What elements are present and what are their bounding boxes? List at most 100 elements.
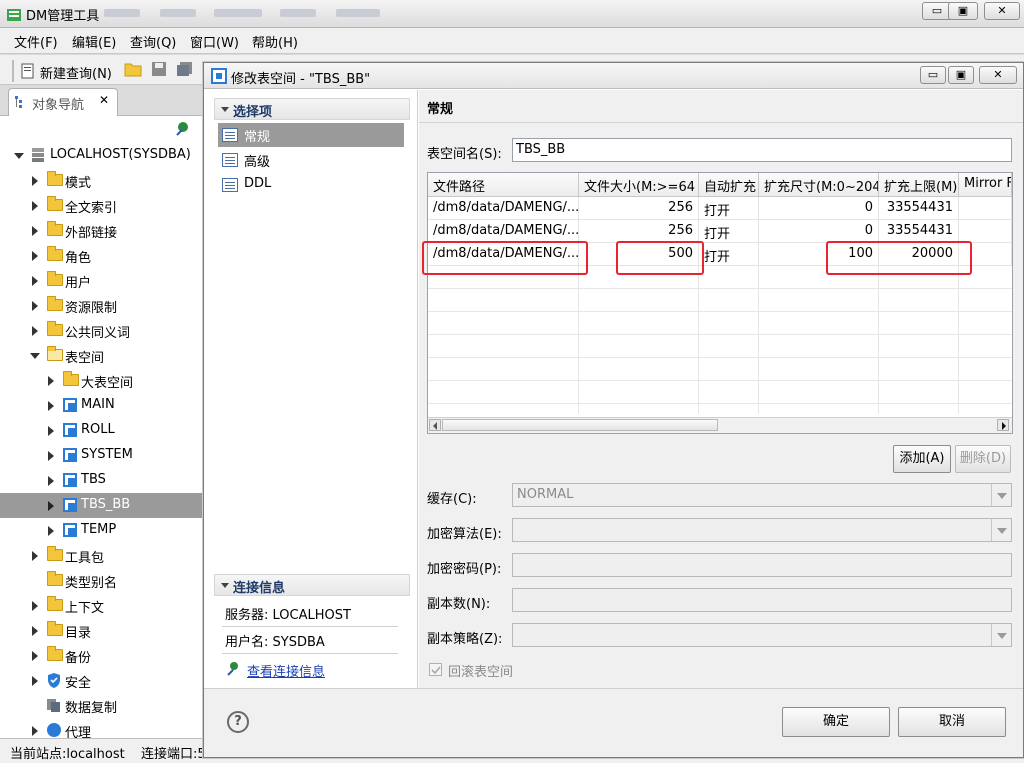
tree-label: ROLL [81, 422, 115, 437]
cache-select[interactable]: NORMAL [512, 483, 1012, 507]
divider [222, 653, 398, 654]
select-items-header[interactable]: 选择项 [214, 98, 410, 120]
nav-item-ddl[interactable]: DDL [218, 173, 404, 197]
dialog-close-button[interactable]: ✕ [979, 66, 1017, 84]
dialog-maximize-button[interactable]: ▣ [948, 66, 974, 84]
column-header[interactable]: 扩充尺寸(M:0~204 [759, 173, 879, 197]
tree-node-agent[interactable]: 代理 [0, 718, 203, 738]
tree-label: TBS [81, 472, 106, 487]
cell-extend-limit[interactable]: 33554431 [879, 197, 959, 220]
tree-node-security[interactable]: 安全 [0, 668, 203, 693]
encrypt-algo-select[interactable] [512, 518, 1012, 542]
column-header[interactable]: 自动扩充 [699, 173, 759, 197]
tree-node-schema[interactable]: 模式 [0, 168, 203, 193]
tree-node-public-synonym[interactable]: 公共同义词 [0, 318, 203, 343]
tree-node-users[interactable]: 用户 [0, 268, 203, 293]
add-button[interactable]: 添加(A) [893, 445, 951, 473]
tree-node-context[interactable]: 上下文 [0, 593, 203, 618]
tree-node-tbs-bb[interactable]: TBS_BB [0, 493, 203, 518]
cell-extend-size[interactable]: 0 [759, 197, 879, 220]
save-icon[interactable] [150, 61, 168, 77]
tree-node-roll[interactable]: ROLL [0, 418, 203, 443]
tablespace-icon [63, 448, 77, 462]
tree-label: TBS_BB [81, 497, 131, 512]
tree-node-external-link[interactable]: 外部链接 [0, 218, 203, 243]
column-header[interactable]: 文件大小(M:>=64 [579, 173, 699, 197]
copy-policy-select[interactable] [512, 623, 1012, 647]
tree-node-backup[interactable]: 备份 [0, 643, 203, 668]
tree-node-toolkit[interactable]: 工具包 [0, 543, 203, 568]
menu-edit[interactable]: 编辑(E) [72, 32, 116, 51]
cell-auto-extend[interactable]: 打开 [699, 220, 759, 243]
encrypt-algo-label: 加密算法(E): [427, 527, 502, 542]
menu-file[interactable]: 文件(F) [14, 32, 58, 51]
tree-node-server[interactable]: LOCALHOST(SYSDBA) [0, 143, 203, 168]
rollback-checkbox[interactable] [429, 663, 442, 676]
tree-node-roles[interactable]: 角色 [0, 243, 203, 268]
new-query-label: 新建查询(N) [40, 67, 112, 82]
tree-node-type-alias[interactable]: 类型别名 [0, 568, 203, 593]
tree-node-directory[interactable]: 目录 [0, 618, 203, 643]
server-icon [32, 148, 44, 162]
ok-button[interactable]: 确定 [782, 707, 890, 737]
cell-file-path[interactable]: /dm8/data/DAMENG/... [428, 197, 579, 220]
save-all-icon[interactable] [176, 61, 194, 77]
grid-line [758, 266, 759, 414]
column-header[interactable]: 文件路径 [428, 173, 579, 197]
tree-label: SYSTEM [81, 447, 133, 462]
tree-node-data-replication[interactable]: 数据复制 [0, 693, 203, 718]
encrypt-pwd-input[interactable] [512, 553, 1012, 577]
open-folder-icon[interactable] [124, 61, 142, 77]
copies-input[interactable] [512, 588, 1012, 612]
scroll-thumb[interactable] [442, 419, 718, 431]
tab-object-navigator[interactable]: 对象导航 ✕ [8, 88, 118, 116]
menu-window[interactable]: 窗口(W) [190, 32, 239, 51]
cell-mirror[interactable] [959, 197, 1012, 220]
view-connection-info-link[interactable]: 查看连接信息 [247, 661, 325, 680]
replication-icon [47, 699, 60, 712]
tree-node-big-tablespace[interactable]: 大表空间 [0, 368, 203, 393]
cell-mirror[interactable] [959, 220, 1012, 243]
menu-query[interactable]: 查询(Q) [130, 32, 176, 51]
cell-extend-size[interactable]: 0 [759, 220, 879, 243]
cell-extend-limit[interactable]: 33554431 [879, 220, 959, 243]
tree-node-fulltext-index[interactable]: 全文索引 [0, 193, 203, 218]
cell-auto-extend[interactable]: 打开 [699, 243, 759, 266]
dialog-minimize-button[interactable]: ▭ [920, 66, 946, 84]
cell-file-size[interactable]: 256 [579, 197, 699, 220]
tablespace-name-label: 表空间名(S): [427, 147, 502, 162]
connect-icon[interactable] [174, 120, 192, 136]
folder-icon [47, 196, 63, 211]
tablespace-icon [63, 498, 77, 512]
close-tab-icon[interactable]: ✕ [99, 93, 109, 107]
tree-node-temp[interactable]: TEMP [0, 518, 203, 543]
tree-node-resource-limit[interactable]: 资源限制 [0, 293, 203, 318]
datafile-grid: 文件路径 文件大小(M:>=64 自动扩充 扩充尺寸(M:0~204 扩充上限(… [422, 172, 1013, 434]
scroll-right-button[interactable] [997, 419, 1009, 431]
column-header[interactable]: 扩充上限(M) [879, 173, 959, 197]
connection-info-header[interactable]: 连接信息 [214, 574, 410, 596]
cell-file-size[interactable]: 256 [579, 220, 699, 243]
help-icon[interactable]: ? [227, 711, 249, 733]
tree-node-tablespace[interactable]: 表空间 [0, 343, 203, 368]
scroll-left-button[interactable] [429, 419, 441, 431]
grid-line [698, 266, 699, 414]
tree-node-main[interactable]: MAIN [0, 393, 203, 418]
new-query-button[interactable]: 新建查询(N) [12, 60, 112, 82]
close-button[interactable]: ✕ [984, 2, 1020, 20]
menu-help[interactable]: 帮助(H) [252, 32, 298, 51]
horizontal-scrollbar[interactable] [428, 417, 1012, 433]
folder-icon [47, 296, 63, 311]
tree-node-tbs[interactable]: TBS [0, 468, 203, 493]
tree-label: 大表空间 [81, 376, 134, 391]
tree-node-system[interactable]: SYSTEM [0, 443, 203, 468]
tablespace-name-input[interactable]: TBS_BB [512, 138, 1012, 162]
delete-button[interactable]: 删除(D) [955, 445, 1011, 473]
column-header[interactable]: Mirror F [959, 173, 1012, 197]
maximize-button[interactable]: ▣ [948, 2, 978, 20]
nav-item-general[interactable]: 常规 [218, 123, 404, 147]
cell-auto-extend[interactable]: 打开 [699, 197, 759, 220]
cell-file-path[interactable]: /dm8/data/DAMENG/... [428, 220, 579, 243]
cancel-button[interactable]: 取消 [898, 707, 1006, 737]
nav-item-advanced[interactable]: 高级 [218, 148, 404, 172]
